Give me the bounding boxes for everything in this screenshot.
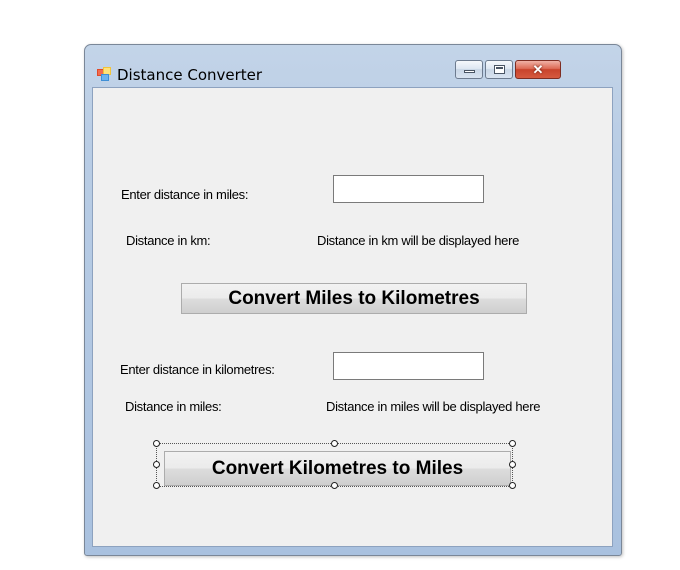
miles-input-label: Enter distance in miles:: [121, 187, 249, 202]
miles-input[interactable]: [333, 175, 484, 203]
convert-miles-to-km-button[interactable]: Convert Miles to Kilometres: [181, 283, 527, 314]
miles-result-text: Distance in miles will be displayed here: [326, 399, 541, 414]
km-input[interactable]: [333, 352, 484, 380]
km-result-label: Distance in km:: [126, 233, 211, 248]
maximize-icon: [494, 65, 505, 74]
resize-handle-bottom-right[interactable]: [509, 482, 516, 489]
window-title: Distance Converter: [117, 66, 263, 84]
resize-handle-top-left[interactable]: [153, 440, 160, 447]
resize-handle-top-right[interactable]: [509, 440, 516, 447]
km-input-label: Enter distance in kilometres:: [120, 362, 275, 377]
miles-result-label: Distance in miles:: [125, 399, 222, 414]
title-bar[interactable]: Distance Converter ✕: [85, 45, 621, 87]
close-button[interactable]: ✕: [515, 60, 561, 79]
resize-handle-bottom-left[interactable]: [153, 482, 160, 489]
app-window-icon: [97, 67, 111, 81]
resize-handle-bottom[interactable]: [331, 482, 338, 489]
km-result-text: Distance in km will be displayed here: [317, 233, 520, 248]
app-window: Distance Converter ✕ Enter distance in m…: [84, 44, 622, 556]
close-icon: ✕: [532, 62, 544, 77]
form-client-area: Enter distance in miles: Distance in km:…: [92, 87, 613, 547]
resize-handle-top[interactable]: [331, 440, 338, 447]
maximize-button[interactable]: [485, 60, 513, 79]
minimize-icon: [464, 70, 475, 73]
resize-handle-right[interactable]: [509, 461, 516, 468]
convert-km-to-miles-button[interactable]: Convert Kilometres to Miles: [164, 451, 511, 486]
minimize-button[interactable]: [455, 60, 483, 79]
resize-handle-left[interactable]: [153, 461, 160, 468]
